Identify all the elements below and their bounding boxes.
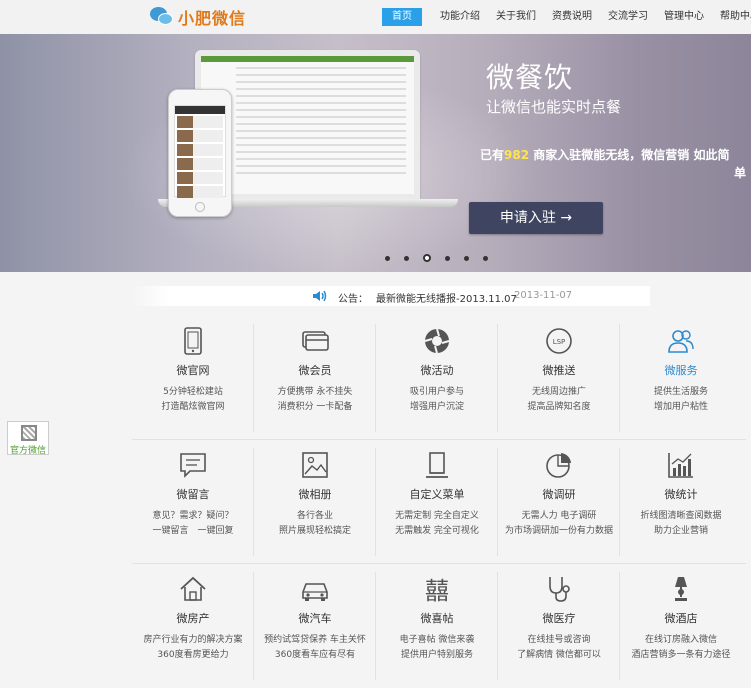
image-icon (302, 452, 328, 478)
feature-weihuodong[interactable]: 微活动 吸引用户参与 增强用户沉淀 (376, 316, 498, 440)
double-happiness-icon: 囍 (425, 577, 449, 604)
card-icon (302, 331, 329, 351)
phone-mockup-image (168, 89, 232, 217)
bar-chart-icon (668, 453, 693, 478)
feature-weixitie[interactable]: 囍 微喜帖 电子喜帖 微信来袭 提供用户特别服务 (376, 564, 498, 688)
feature-weituisong[interactable]: LSP 微推送 无线周边推广 提高品牌知名度 (498, 316, 620, 440)
logo[interactable]: 小肥微信 (150, 6, 246, 28)
carousel-dot-active[interactable] (423, 254, 431, 262)
top-bar: 小肥微信 首页 功能介绍 关于我们 资费说明 交流学习 管理中心 帮助中心 (0, 0, 751, 34)
official-wechat-float[interactable]: 官方微信 (7, 421, 49, 456)
banner-tagline: 已有982 商家入驻微能无线，微信营销 如此简 单 (480, 148, 746, 180)
nav-item-about[interactable]: 关于我们 (488, 8, 544, 26)
lsp-icon: LSP (546, 328, 572, 354)
feature-custom-menu[interactable]: 自定义菜单 无需定制 完全自定义 无需触发 完全可视化 (376, 440, 498, 564)
feature-weidiaoyan[interactable]: 微调研 无需人力 电子调研 为市场调研加一份有力数据 (498, 440, 620, 564)
feature-weiliuyan[interactable]: 微留言 意见？需求？疑问？ 一键留言 一键回复 (132, 440, 254, 564)
main-nav: 首页 功能介绍 关于我们 资费说明 交流学习 管理中心 帮助中心 (382, 8, 751, 26)
car-icon (302, 583, 328, 601)
notice-link[interactable]: 最新微能无线播报-2013.11.07 (376, 290, 517, 305)
notice-date: 2013-11-07 (514, 290, 573, 301)
nav-item-pricing[interactable]: 资费说明 (544, 8, 600, 26)
house-icon (180, 576, 206, 601)
wechat-logo-icon (150, 7, 174, 27)
feature-weihuiyuan[interactable]: 微会员 方便携带 永不挂失 消费积分 一卡配备 (254, 316, 376, 440)
feature-weijiudian[interactable]: 微酒店 在线订房融入微信 酒店营销多一条有力途径 (620, 564, 742, 688)
message-icon (180, 453, 206, 478)
lamp-icon (675, 577, 687, 601)
feature-weixiangce[interactable]: 微相册 各行各业 照片展现轻松搞定 (254, 440, 376, 564)
carousel-dot[interactable] (385, 255, 390, 261)
menu-icon (426, 452, 448, 478)
apply-button[interactable]: 申请入驻 → (469, 202, 603, 234)
carousel-dot[interactable] (445, 255, 450, 261)
aperture-icon (424, 328, 450, 354)
feature-row: 微官网 5分钟轻松建站 打造酷炫微官网 微会员 方便携带 永不挂失 消费积分 一… (132, 316, 746, 440)
phone-icon (184, 327, 202, 355)
feature-weifuwu[interactable]: 微服务 提供生活服务 增加用户粘性 (620, 316, 742, 440)
stethoscope-icon (549, 577, 570, 602)
banner-subtitle: 让微信也能实时点餐 (486, 98, 622, 116)
users-icon (668, 330, 694, 353)
feature-row: 微留言 意见？需求？疑问？ 一键留言 一键回复 微相册 各行各业 照片展现轻松搞… (132, 440, 746, 564)
brand-name: 小肥微信 (178, 9, 247, 28)
svg-text:LSP: LSP (553, 338, 566, 346)
feature-weiyiliao[interactable]: 微医疗 在线挂号或咨询 了解病情 微信都可以 (498, 564, 620, 688)
carousel-dot[interactable] (404, 255, 409, 261)
notice-bar: 公告： 最新微能无线播报-2013.11.07 2013-11-07 (130, 286, 650, 306)
feature-weitongji[interactable]: 微统计 折线图清晰查阅数据 助力企业营销 (620, 440, 742, 564)
feature-row: 微房产 房产行业有力的解决方案 360度看房更给力 微汽车 预约试驾贷保养 车主… (132, 564, 746, 688)
nav-item-community[interactable]: 交流学习 (600, 8, 656, 26)
feature-weifangchan[interactable]: 微房产 房产行业有力的解决方案 360度看房更给力 (132, 564, 254, 688)
feature-weiguanwang[interactable]: 微官网 5分钟轻松建站 打造酷炫微官网 (132, 316, 254, 440)
official-wechat-label: 官方微信 (9, 446, 46, 456)
page: 小肥微信 首页 功能介绍 关于我们 资费说明 交流学习 管理中心 帮助中心 (0, 0, 751, 688)
nav-item-admin[interactable]: 管理中心 (656, 8, 712, 26)
carousel-dot[interactable] (464, 255, 469, 261)
speaker-icon (313, 290, 327, 302)
nav-item-features[interactable]: 功能介绍 (432, 8, 488, 26)
carousel-dots (385, 254, 502, 262)
banner-title: 微餐饮 (486, 61, 574, 94)
hero-banner: 微餐饮 让微信也能实时点餐 已有982 商家入驻微能无线，微信营销 如此简 单 … (0, 34, 751, 272)
feature-weiqiche[interactable]: 微汽车 预约试驾贷保养 车主关怀 360度看车应有尽有 (254, 564, 376, 688)
merchant-count: 982 (504, 148, 530, 162)
carousel-dot[interactable] (483, 255, 488, 261)
feature-grid: 微官网 5分钟轻松建站 打造酷炫微官网 微会员 方便携带 永不挂失 消费积分 一… (132, 316, 746, 688)
qr-code-icon (21, 425, 37, 441)
pie-chart-icon (546, 453, 571, 478)
svg-text:囍: 囍 (425, 577, 449, 604)
nav-item-help[interactable]: 帮助中心 (712, 8, 751, 26)
notice-label: 公告： (338, 294, 368, 305)
nav-item-home[interactable]: 首页 (382, 8, 422, 26)
